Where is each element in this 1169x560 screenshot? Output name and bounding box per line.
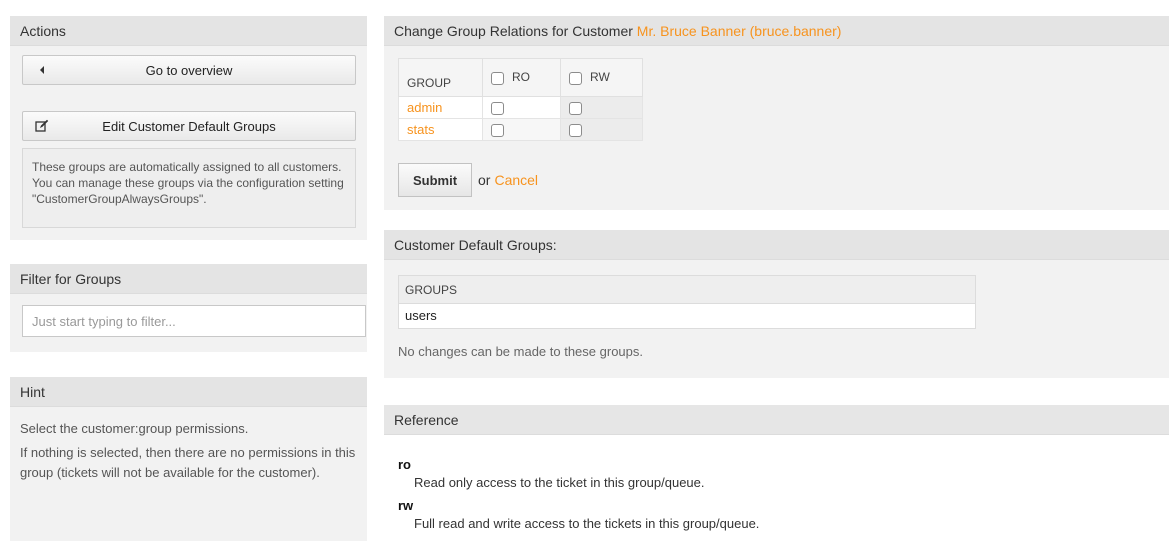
rw-checkbox-stats[interactable] <box>569 124 582 138</box>
ro-header-label: RO <box>512 70 530 85</box>
group-link-admin[interactable]: admin <box>407 100 442 115</box>
reference-header: Reference <box>384 405 1169 435</box>
rw-cell <box>560 96 643 119</box>
table-row: users <box>405 308 437 323</box>
caret-left-icon <box>35 63 49 77</box>
reference-desc-rw: Full read and write access to the ticket… <box>414 516 760 531</box>
rw-cell <box>560 118 643 141</box>
default-groups-note: No changes can be made to these groups. <box>398 344 643 359</box>
go-to-overview-button[interactable]: Go to overview <box>22 55 356 85</box>
customer-default-groups-header: Customer Default Groups: <box>384 230 1169 260</box>
reference-term-ro: ro <box>398 457 411 472</box>
submit-row: Submit or Cancel <box>398 163 538 197</box>
group-relations-title: Change Group Relations for Customer <box>394 23 633 39</box>
ro-select-all-checkbox[interactable] <box>491 71 504 85</box>
actions-widget: Actions Go to overview Edit Customer Def… <box>10 16 367 240</box>
group-relations-header: Change Group Relations for Customer Mr. … <box>384 16 1169 46</box>
hint-line-2: If nothing is selected, then there are n… <box>20 445 356 480</box>
group-link-stats[interactable]: stats <box>407 122 434 137</box>
rw-select-all-checkbox[interactable] <box>569 71 582 85</box>
filter-groups-input[interactable] <box>22 305 366 337</box>
reference-desc-ro: Read only access to the ticket in this g… <box>414 475 705 490</box>
table-row: admin <box>398 96 643 119</box>
group-column-header: GROUP <box>398 58 483 97</box>
default-groups-table: GROUPS users <box>398 275 976 329</box>
customer-name-link[interactable]: Mr. Bruce Banner (bruce.banner) <box>637 23 842 39</box>
rw-checkbox-admin[interactable] <box>569 102 582 116</box>
reference-widget: Reference ro Read only access to the tic… <box>384 405 1169 560</box>
hint-line-1: Select the customer:group permissions. <box>20 421 249 436</box>
reference-term-rw: rw <box>398 498 414 513</box>
customer-default-groups-widget: Customer Default Groups: GROUPS users No… <box>384 230 1169 378</box>
hint-header: Hint <box>10 377 367 407</box>
go-to-overview-label: Go to overview <box>145 62 233 78</box>
reference-body: ro Read only access to the ticket in thi… <box>384 435 1169 545</box>
filter-widget: Filter for Groups <box>10 264 367 352</box>
submit-button[interactable]: Submit <box>398 163 472 197</box>
filter-header: Filter for Groups <box>10 264 367 294</box>
rw-column-header: RW <box>560 58 643 97</box>
edit-icon <box>35 119 49 133</box>
ro-cell <box>482 96 561 119</box>
table-row: stats <box>398 118 643 141</box>
ro-column-header: RO <box>482 58 561 97</box>
or-text: or <box>478 172 491 188</box>
ro-checkbox-admin[interactable] <box>491 102 504 116</box>
edit-customer-default-groups-label: Edit Customer Default Groups <box>102 118 276 134</box>
actions-header: Actions <box>10 16 367 46</box>
rw-header-label: RW <box>590 70 610 85</box>
groups-column-header: GROUPS <box>399 276 975 304</box>
ro-cell <box>482 118 561 141</box>
group-relations-widget: Change Group Relations for Customer Mr. … <box>384 16 1169 210</box>
group-name-cell: admin <box>398 96 483 119</box>
hint-body: Select the customer:group permissions. I… <box>10 407 367 499</box>
actions-description: These groups are automatically assigned … <box>22 148 356 228</box>
group-name-cell: stats <box>398 118 483 141</box>
edit-customer-default-groups-button[interactable]: Edit Customer Default Groups <box>22 111 356 141</box>
group-relations-table: GROUP RO RW admin stats <box>398 58 643 141</box>
cancel-link[interactable]: Cancel <box>494 172 538 188</box>
ro-checkbox-stats[interactable] <box>491 124 504 138</box>
hint-widget: Hint Select the customer:group permissio… <box>10 377 367 541</box>
